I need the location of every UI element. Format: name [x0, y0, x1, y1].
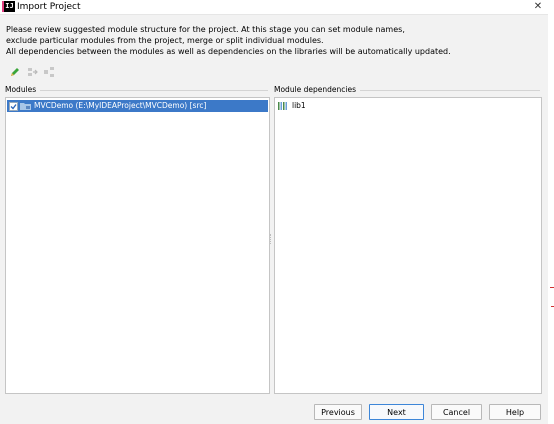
- instructions-line-1: Please review suggested module structure…: [6, 25, 405, 34]
- module-folder-icon: [20, 103, 31, 110]
- dependency-name: lib1: [292, 101, 306, 110]
- module-row[interactable]: MVCDemo (E:\MyIDEAProject\MVCDemo) [src]: [7, 100, 268, 112]
- close-button[interactable]: ✕: [531, 0, 545, 14]
- panel-splitter[interactable]: [270, 234, 273, 244]
- rename-module-button[interactable]: [9, 66, 21, 78]
- dependencies-list[interactable]: lib1: [274, 97, 542, 394]
- modules-list[interactable]: MVCDemo (E:\MyIDEAProject\MVCDemo) [src]: [5, 97, 270, 394]
- merge-modules-button[interactable]: [27, 66, 39, 78]
- instructions-line-2: exclude particular modules from the proj…: [6, 36, 324, 45]
- previous-button[interactable]: Previous: [314, 404, 362, 420]
- close-icon: ✕: [533, 1, 543, 12]
- split-module-button[interactable]: [43, 66, 55, 78]
- module-name: MVCDemo (E:\MyIDEAProject\MVCDemo) [src]: [34, 101, 207, 110]
- library-icon: [278, 102, 287, 110]
- instructions-text: Please review suggested module structure…: [6, 24, 542, 57]
- module-dependencies-label: Module dependencies: [274, 85, 361, 95]
- pencil-icon: [11, 68, 19, 76]
- background-mark: [550, 287, 554, 288]
- modules-label: Modules: [5, 85, 41, 95]
- help-button[interactable]: Help: [489, 404, 541, 420]
- background-window-edge: [548, 0, 554, 424]
- check-icon: [10, 104, 17, 110]
- modules-separator: [5, 90, 268, 91]
- cancel-button[interactable]: Cancel: [431, 404, 482, 420]
- title-bar: IJ Import Project ✕: [0, 0, 548, 15]
- module-checkbox[interactable]: [9, 102, 18, 111]
- instructions-line-3: All dependencies between the modules as …: [6, 47, 451, 56]
- window-title: Import Project: [17, 2, 81, 12]
- merge-modules-icon: [28, 68, 38, 76]
- next-button[interactable]: Next: [369, 404, 424, 420]
- split-module-icon: [44, 67, 54, 77]
- intellij-app-icon: IJ: [2, 1, 15, 12]
- import-project-dialog: IJ Import Project ✕ Please review sugges…: [0, 0, 548, 424]
